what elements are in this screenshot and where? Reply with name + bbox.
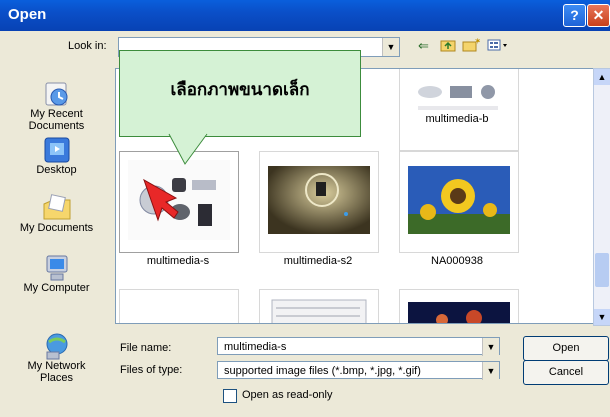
window-title: Open [8, 6, 47, 23]
scroll-down-arrow-icon[interactable]: ▼ [594, 309, 610, 325]
open-button[interactable]: Open [523, 336, 609, 361]
file-thumbnail-multimedia-b[interactable] [399, 69, 519, 151]
thumbnail-image [408, 302, 510, 323]
open-dialog: Open ? ✕ Look in: ▼ ⇐ ✶ My Recent Docume… [0, 0, 610, 417]
views-menu-icon[interactable] [487, 38, 509, 56]
desktop-icon [41, 136, 73, 164]
thumbnail-image [128, 160, 230, 240]
up-folder-icon[interactable] [440, 38, 456, 56]
file-thumbnail-partial[interactable] [119, 289, 239, 323]
file-thumbnail-na000938[interactable] [399, 151, 519, 253]
file-thumbnail-partial[interactable] [399, 289, 519, 323]
chevron-down-icon[interactable]: ▼ [482, 338, 499, 356]
read-only-checkbox[interactable] [223, 389, 237, 403]
title-bar[interactable]: Open ? ✕ [0, 0, 610, 31]
place-my-network-places[interactable]: My Network Places [0, 332, 113, 384]
thumbnail-image [418, 85, 498, 110]
chevron-down-icon[interactable]: ▼ [382, 38, 399, 56]
annotation-callout: เลือกภาพขนาดเล็ก [119, 50, 361, 137]
file-type-label: Files of type: [120, 364, 183, 376]
read-only-label: Open as read-only [242, 389, 333, 401]
thumbnail-image [408, 166, 510, 234]
scrollbar-thumb[interactable] [595, 253, 609, 287]
my-computer-icon [41, 254, 73, 282]
back-icon[interactable]: ⇐ [418, 38, 429, 54]
place-label: Documents [28, 120, 85, 132]
callout-text: เลือกภาพขนาดเล็ก [170, 80, 310, 99]
file-name-value: multimedia-s [224, 341, 287, 353]
chevron-down-icon[interactable]: ▼ [482, 362, 499, 380]
file-name-label: multimedia-s2 [283, 255, 353, 267]
places-bar: My Recent Documents Desktop My Documents… [0, 66, 113, 386]
file-type-value: supported image files (*.bmp, *.jpg, *.g… [224, 365, 421, 377]
place-label: My Network [27, 360, 86, 372]
place-label: Desktop [36, 164, 77, 176]
place-my-computer[interactable]: My Computer [0, 254, 113, 294]
place-label: My Documents [19, 222, 94, 234]
network-places-icon [41, 332, 73, 360]
place-label: Places [39, 372, 74, 384]
scroll-up-arrow-icon[interactable]: ▲ [594, 69, 610, 85]
thumbnail-image [268, 166, 370, 234]
file-name-label: NA000938 [431, 255, 483, 267]
thumbnail-image [271, 299, 367, 323]
look-in-label: Look in: [68, 40, 107, 52]
place-label: My Recent [30, 108, 83, 120]
place-my-documents[interactable]: My Documents [0, 194, 113, 234]
vertical-scrollbar[interactable]: ▲ ▼ [593, 68, 610, 326]
callout-pointer [168, 133, 208, 165]
cancel-button[interactable]: Cancel [523, 360, 609, 385]
file-name-label: multimedia-s [146, 255, 210, 267]
close-button[interactable]: ✕ [587, 4, 610, 27]
new-folder-icon[interactable]: ✶ [462, 36, 482, 56]
svg-text:✶: ✶ [474, 38, 480, 46]
file-thumbnail-multimedia-s2[interactable] [259, 151, 379, 253]
place-my-recent-documents[interactable]: My Recent Documents [0, 80, 113, 132]
recent-documents-icon [41, 80, 73, 108]
file-name-label: multimedia-b [425, 113, 489, 125]
place-label: My Computer [23, 282, 90, 294]
my-documents-icon [41, 194, 73, 222]
help-button[interactable]: ? [563, 4, 586, 27]
file-type-dropdown[interactable]: supported image files (*.bmp, *.jpg, *.g… [217, 361, 500, 380]
file-name-label: File name: [120, 342, 172, 354]
file-name-input[interactable]: multimedia-s ▼ [217, 337, 500, 356]
place-desktop[interactable]: Desktop [0, 136, 113, 176]
file-thumbnail-partial[interactable] [259, 289, 379, 323]
